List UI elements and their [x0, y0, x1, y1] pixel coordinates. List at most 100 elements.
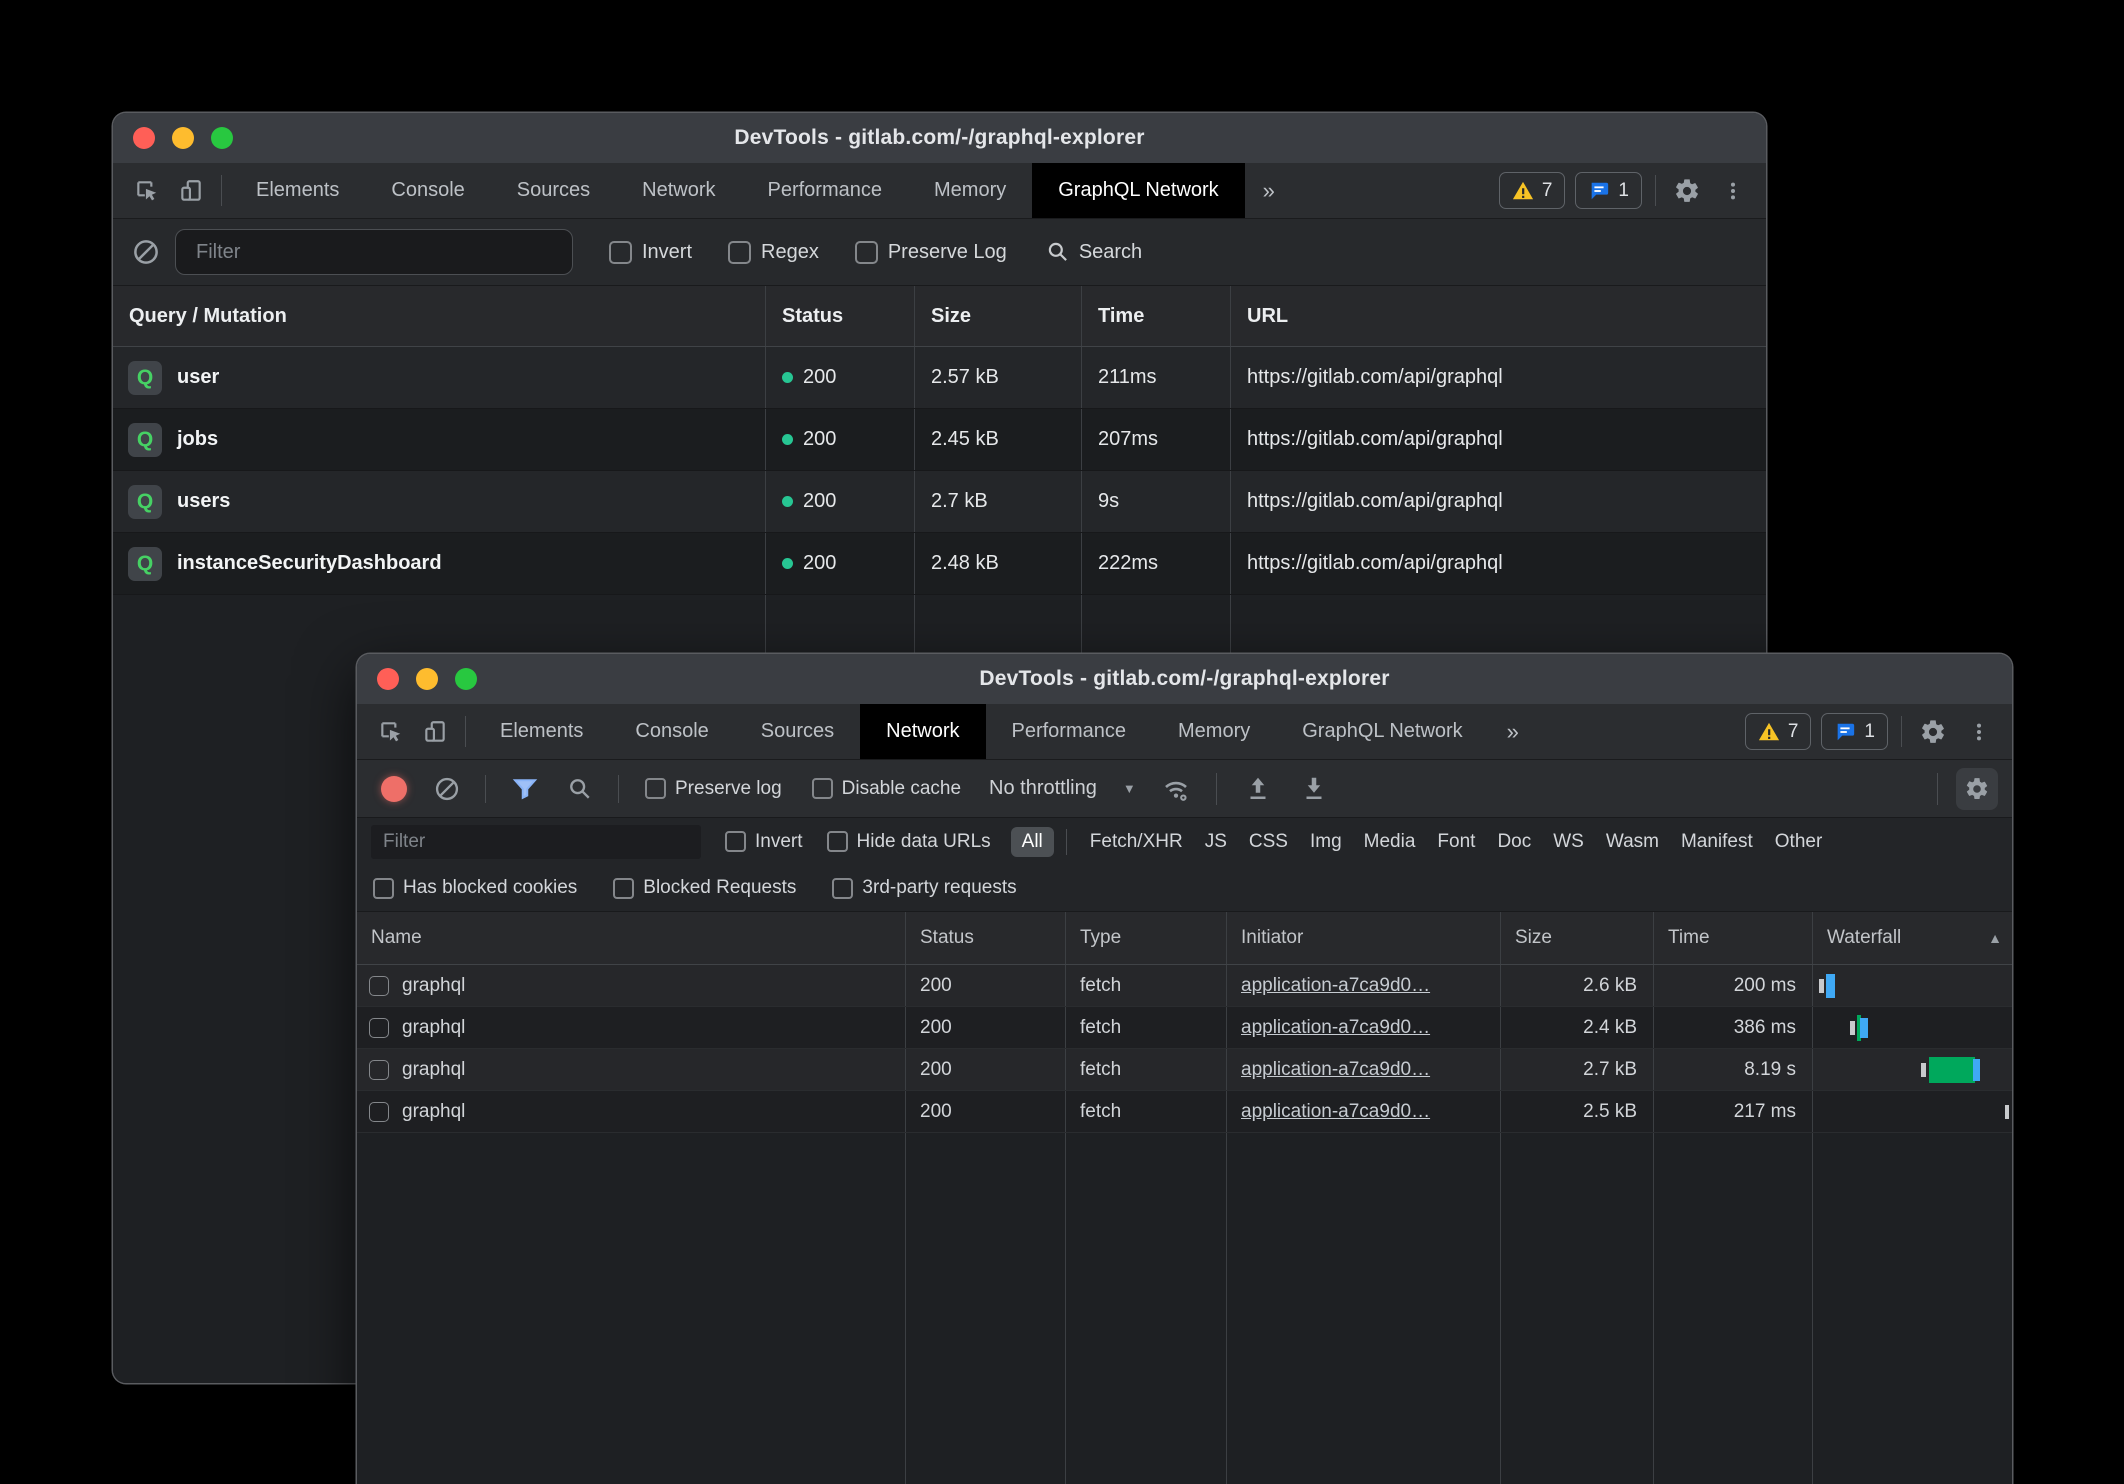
request-type-media[interactable]: Media — [1353, 831, 1427, 853]
tab-performance[interactable]: Performance — [742, 163, 909, 218]
issues-badge[interactable]: 1 — [1821, 713, 1888, 750]
column-header-size[interactable]: Size — [1500, 912, 1653, 964]
filter-icon[interactable] — [510, 774, 540, 804]
blocked-requests-checkbox[interactable] — [613, 878, 634, 899]
minimize-button[interactable] — [416, 668, 438, 690]
column-header-waterfall[interactable]: Waterfall ▲ — [1812, 912, 2012, 964]
search-icon[interactable] — [566, 775, 594, 803]
export-har-icon[interactable] — [1299, 774, 1329, 804]
column-header-status[interactable]: Status — [765, 286, 914, 346]
close-button[interactable] — [377, 668, 399, 690]
warnings-badge[interactable]: 7 — [1499, 172, 1566, 209]
column-header-name[interactable]: Name — [357, 912, 905, 964]
column-header-time[interactable]: Time — [1081, 286, 1230, 346]
tab-elements[interactable]: Elements — [230, 163, 365, 218]
request-type-all[interactable]: All — [1011, 827, 1054, 857]
table-row[interactable]: graphql 200 fetch application-a7ca9d0… 2… — [357, 965, 2012, 1007]
device-toolbar-button[interactable] — [413, 704, 457, 759]
clear-icon[interactable] — [131, 237, 161, 267]
import-har-icon[interactable] — [1243, 774, 1273, 804]
row-checkbox[interactable] — [369, 976, 389, 996]
close-button[interactable] — [133, 127, 155, 149]
initiator-link[interactable]: application-a7ca9d0… — [1241, 975, 1430, 997]
request-type-other[interactable]: Other — [1764, 831, 1834, 853]
tab-memory[interactable]: Memory — [908, 163, 1032, 218]
issues-badge[interactable]: 1 — [1575, 172, 1642, 209]
preserve-log-checkbox-group[interactable]: Preserve log — [645, 778, 782, 800]
network-filter-input[interactable] — [371, 825, 701, 859]
table-row[interactable]: Qjobs 200 2.45 kB 207ms https://gitlab.c… — [113, 409, 1766, 471]
table-row[interactable]: Qusers 200 2.7 kB 9s https://gitlab.com/… — [113, 471, 1766, 533]
request-type-img[interactable]: Img — [1299, 831, 1353, 853]
row-checkbox[interactable] — [369, 1102, 389, 1122]
inspect-element-button[interactable] — [369, 704, 413, 759]
invert-checkbox[interactable] — [725, 831, 746, 852]
request-type-js[interactable]: JS — [1194, 831, 1238, 853]
invert-checkbox[interactable] — [609, 241, 632, 264]
disable-cache-checkbox[interactable] — [812, 778, 833, 799]
column-header-time[interactable]: Time — [1653, 912, 1812, 964]
device-toolbar-button[interactable] — [169, 163, 213, 218]
more-tabs-button[interactable]: » — [1489, 704, 1537, 759]
regex-checkbox-group[interactable]: Regex — [728, 241, 819, 264]
zoom-button[interactable] — [455, 668, 477, 690]
tab-elements[interactable]: Elements — [474, 704, 609, 759]
request-type-fetch-xhr[interactable]: Fetch/XHR — [1079, 831, 1194, 853]
column-header-query[interactable]: Query / Mutation — [113, 286, 765, 346]
minimize-button[interactable] — [172, 127, 194, 149]
regex-checkbox[interactable] — [728, 241, 751, 264]
settings-button[interactable] — [1664, 169, 1710, 212]
hide-data-urls-checkbox[interactable] — [827, 831, 848, 852]
table-row[interactable]: graphql 200 fetch application-a7ca9d0… 2… — [357, 1049, 2012, 1091]
throttling-select[interactable]: No throttling ▼ — [989, 777, 1136, 800]
preserve-log-checkbox[interactable] — [645, 778, 666, 799]
filter-input[interactable] — [175, 229, 573, 275]
third-party-requests-checkbox[interactable] — [832, 878, 853, 899]
column-header-size[interactable]: Size — [914, 286, 1081, 346]
menu-button[interactable] — [1956, 710, 2002, 753]
titlebar[interactable]: DevTools - gitlab.com/-/graphql-explorer — [357, 654, 2012, 704]
column-header-initiator[interactable]: Initiator — [1226, 912, 1500, 964]
initiator-link[interactable]: application-a7ca9d0… — [1241, 1059, 1430, 1081]
tab-graphql-network[interactable]: GraphQL Network — [1032, 163, 1244, 218]
row-checkbox[interactable] — [369, 1060, 389, 1080]
network-settings-button[interactable] — [1956, 768, 1998, 810]
hide-data-urls-checkbox-group[interactable]: Hide data URLs — [827, 831, 991, 853]
initiator-link[interactable]: application-a7ca9d0… — [1241, 1101, 1430, 1123]
menu-button[interactable] — [1710, 169, 1756, 212]
warnings-badge[interactable]: 7 — [1745, 713, 1812, 750]
more-tabs-button[interactable]: » — [1245, 163, 1293, 218]
has-blocked-cookies-checkbox[interactable] — [373, 878, 394, 899]
column-header-url[interactable]: URL — [1230, 286, 1766, 346]
third-party-requests-group[interactable]: 3rd-party requests — [832, 877, 1016, 899]
tab-graphql-network[interactable]: GraphQL Network — [1276, 704, 1488, 759]
settings-button[interactable] — [1910, 710, 1956, 753]
search-button[interactable]: Search — [1045, 239, 1142, 265]
table-row[interactable]: Quser 200 2.57 kB 211ms https://gitlab.c… — [113, 347, 1766, 409]
table-row[interactable]: QinstanceSecurityDashboard 200 2.48 kB 2… — [113, 533, 1766, 595]
preserve-log-checkbox-group[interactable]: Preserve Log — [855, 241, 1007, 264]
table-row[interactable]: graphql 200 fetch application-a7ca9d0… 2… — [357, 1091, 2012, 1133]
request-type-font[interactable]: Font — [1426, 831, 1486, 853]
inspect-element-button[interactable] — [125, 163, 169, 218]
clear-icon[interactable] — [433, 775, 461, 803]
request-type-manifest[interactable]: Manifest — [1670, 831, 1764, 853]
record-button[interactable] — [381, 776, 407, 802]
tab-memory[interactable]: Memory — [1152, 704, 1276, 759]
tab-performance[interactable]: Performance — [986, 704, 1153, 759]
column-header-type[interactable]: Type — [1065, 912, 1226, 964]
request-type-css[interactable]: CSS — [1238, 831, 1299, 853]
tab-network[interactable]: Network — [616, 163, 741, 218]
table-row[interactable]: graphql 200 fetch application-a7ca9d0… 2… — [357, 1007, 2012, 1049]
invert-checkbox-group[interactable]: Invert — [609, 241, 692, 264]
tab-sources[interactable]: Sources — [491, 163, 616, 218]
titlebar[interactable]: DevTools - gitlab.com/-/graphql-explorer — [113, 113, 1766, 163]
tab-network[interactable]: Network — [860, 704, 985, 759]
request-type-doc[interactable]: Doc — [1486, 831, 1542, 853]
request-type-ws[interactable]: WS — [1542, 831, 1595, 853]
tab-console[interactable]: Console — [609, 704, 734, 759]
request-type-wasm[interactable]: Wasm — [1595, 831, 1670, 853]
tab-console[interactable]: Console — [365, 163, 490, 218]
column-header-status[interactable]: Status — [905, 912, 1065, 964]
initiator-link[interactable]: application-a7ca9d0… — [1241, 1017, 1430, 1039]
